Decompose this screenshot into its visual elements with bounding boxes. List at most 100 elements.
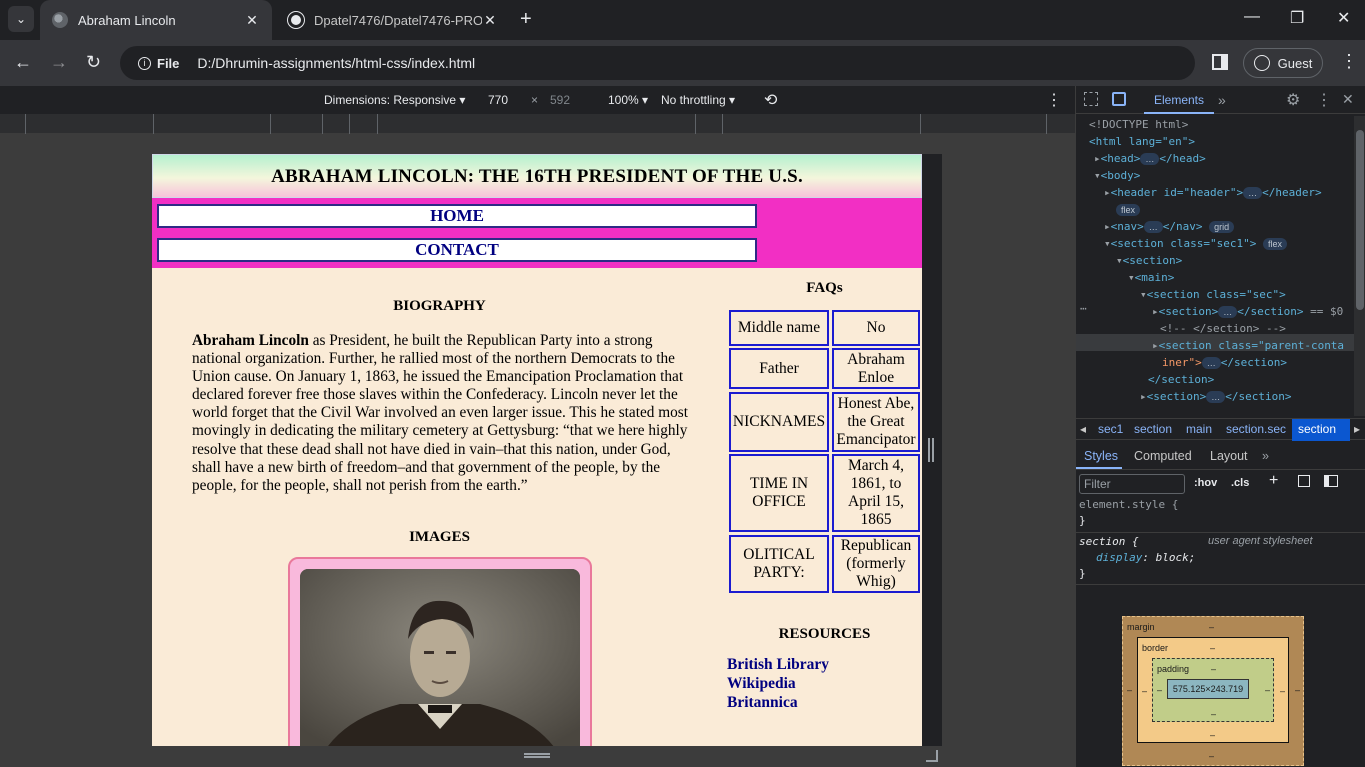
dom-node[interactable]: ▾<section> [1116,252,1182,269]
box-model-border[interactable]: border – – – – padding – – – – 575.125×2… [1137,637,1289,743]
crumb-item[interactable]: section.sec [1226,422,1286,436]
section-rule-selector[interactable]: section { [1079,535,1139,548]
breadcrumb: ◂ sec1 section main section.sec section … [1076,418,1365,441]
hov-toggle[interactable]: :hov [1194,477,1217,489]
rule-declaration[interactable]: display: block; [1096,551,1195,564]
dom-node[interactable]: ▸<header id="header">… </header> [1104,184,1322,201]
crumb-item[interactable]: section [1134,422,1172,436]
reload-icon[interactable]: ↻ [86,52,101,73]
device-toggle-icon[interactable] [1112,92,1126,106]
close-window-icon[interactable]: ✕ [1337,8,1350,28]
styles-tab-underline [1076,467,1122,469]
dom-node[interactable]: ▸<section>… </section> [1140,388,1291,405]
dom-node[interactable]: ▾<body> [1094,167,1140,184]
faq-question: OLITICAL PARTY: [729,535,829,593]
side-panel-icon[interactable] [1212,54,1228,70]
bio-body: as President, he built the Republican Pa… [192,332,688,494]
styles-filter-input[interactable]: Filter [1079,474,1185,494]
browser-menu-icon[interactable]: ⋮ [1340,52,1358,70]
close-tab-icon[interactable]: ✕ [244,12,260,29]
site-info-chip[interactable]: i File [128,50,189,76]
box-model-content[interactable]: 575.125×243.719 [1167,679,1249,699]
new-tab-button[interactable]: + [520,8,532,31]
zoom-select[interactable]: 100% ▾ [608,93,648,107]
crumb-item-selected[interactable]: section [1298,422,1336,436]
computed-styles-icon[interactable] [1298,475,1310,487]
crumb-item[interactable]: sec1 [1098,422,1123,436]
tab-title: Abraham Lincoln [78,12,176,28]
minimize-icon[interactable]: — [1244,8,1260,26]
settings-icon[interactable]: ⚙ [1286,90,1300,110]
box-model-margin[interactable]: margin – – – – border – – – – padding – … [1122,616,1304,766]
biography-text: Abraham Lincoln as President, he built t… [192,332,692,495]
resource-link-wikipedia[interactable]: Wikipedia [727,675,796,693]
nav-contact-link[interactable]: CONTACT [157,238,757,262]
more-style-tabs-icon[interactable]: » [1262,449,1269,463]
margin-label: margin [1127,622,1155,632]
crumb-right-arrow[interactable]: ▸ [1354,422,1360,436]
padding-left-value: – [1157,685,1163,695]
restore-icon[interactable]: ❐ [1290,8,1304,28]
dom-node[interactable]: <!DOCTYPE html> [1089,116,1188,133]
biography-heading: BIOGRAPHY [393,298,486,314]
tab-computed[interactable]: Computed [1134,449,1192,463]
devtools-menu-icon[interactable]: ⋮ [1316,90,1332,110]
tab-search-button[interactable]: ⌄ [8,6,34,32]
node-actions-icon[interactable]: ⋯ [1080,300,1087,317]
tab-github[interactable]: Dpatel7476/Dpatel7476-PROG1 ✕ [276,0,510,40]
cls-toggle[interactable]: .cls [1231,477,1249,489]
dom-node[interactable]: ▸<head>… </head> [1094,150,1206,167]
throttling-select[interactable]: No throttling ▾ [661,93,735,107]
dom-node[interactable]: ▾<section class="sec"> [1140,286,1286,303]
tab-abraham-lincoln[interactable]: Abraham Lincoln ✕ [40,0,272,40]
image-frame [288,557,592,746]
sidebar-toggle-icon[interactable] [1324,475,1338,487]
media-query-ruler[interactable] [0,114,1075,134]
box-model-padding[interactable]: padding – – – – 575.125×243.719 [1152,658,1274,722]
dom-node-selected[interactable]: ▸<section>… </section> == $0 [1152,303,1343,320]
flex-badge[interactable]: flex [1116,201,1141,218]
resize-handle-right[interactable] [928,438,934,462]
crumb-item[interactable]: main [1186,422,1212,436]
dom-node[interactable]: ▾<section class="sec1"> flex [1104,235,1287,252]
info-icon: i [138,56,151,70]
inspect-icon[interactable] [1084,92,1098,106]
forward-icon[interactable]: → [50,52,68,73]
dom-node-continued[interactable]: iner">… </section> [1162,354,1287,371]
dom-scrollbar[interactable] [1354,116,1365,416]
dom-comment[interactable]: <!-- </section> --> [1160,320,1286,337]
dom-node[interactable]: ▾<main> [1128,269,1174,286]
tab-layout[interactable]: Layout [1210,449,1248,463]
dom-node[interactable]: ▸<nav>… </nav> grid [1104,218,1235,235]
person-icon [1253,55,1270,71]
url-text[interactable]: D:/Dhrumin-assignments/html-css/index.ht… [197,55,475,71]
element-style-rule[interactable]: element.style { [1079,498,1178,511]
close-devtools-icon[interactable]: ✕ [1342,91,1354,108]
resource-link-britannica[interactable]: Britannica [727,694,798,712]
dimensions-select[interactable]: Dimensions: Responsive ▾ [324,93,465,107]
device-menu-icon[interactable]: ⋮ [1046,90,1062,110]
new-rule-icon[interactable]: + [1269,472,1278,490]
tab-styles[interactable]: Styles [1084,449,1118,463]
faqs-heading: FAQs [806,280,843,296]
padding-bottom-value: – [1211,709,1217,719]
dom-node[interactable]: </section> [1148,371,1214,388]
height-input[interactable]: 592 [550,93,570,107]
crumb-left-arrow[interactable]: ◂ [1080,422,1086,436]
back-icon[interactable]: ← [14,52,32,73]
profile-button[interactable]: Guest [1243,48,1323,78]
more-tabs-icon[interactable]: » [1218,92,1226,108]
faq-answer: Republican (formerly Whig) [832,535,920,593]
tab-elements[interactable]: Elements [1144,86,1214,114]
resize-handle-corner[interactable] [926,750,938,762]
width-input[interactable]: 770 [488,93,508,107]
rotate-icon[interactable]: ⟲ [764,90,777,110]
nav-home-link[interactable]: HOME [157,204,757,228]
dom-node[interactable]: <html lang="en"> [1089,133,1195,150]
resource-link-british-library[interactable]: British Library [727,656,829,674]
address-bar[interactable]: i File D:/Dhrumin-assignments/html-css/i… [120,46,1195,80]
file-label: File [157,55,180,71]
dom-node[interactable]: ▸<section class="parent-conta [1152,337,1344,354]
close-tab-icon[interactable]: ✕ [482,12,498,29]
resize-handle-bottom[interactable] [524,753,550,758]
